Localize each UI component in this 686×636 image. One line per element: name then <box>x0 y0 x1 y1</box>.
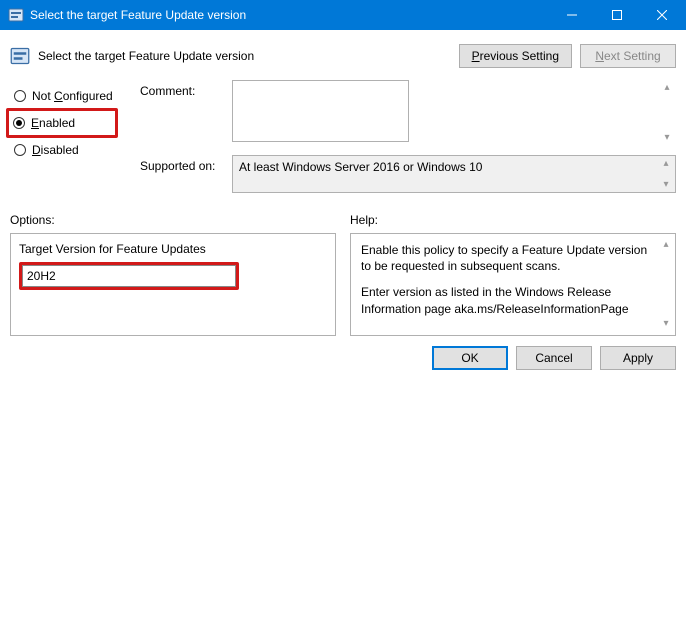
next-setting-button: Next Setting <box>580 44 676 68</box>
supported-on-text: At least Windows Server 2016 or Windows … <box>239 160 482 174</box>
highlight-box <box>19 262 239 290</box>
radio-label: Enabled <box>31 116 75 130</box>
ok-button[interactable]: OK <box>432 346 508 370</box>
options-panel: Target Version for Feature Updates <box>10 233 336 336</box>
target-version-label: Target Version for Feature Updates <box>19 242 327 256</box>
chevron-down-icon: ▾ <box>660 132 674 143</box>
window-title: Select the target Feature Update version <box>30 8 549 22</box>
chevron-up-icon: ▴ <box>659 158 673 169</box>
policy-icon <box>8 7 24 23</box>
options-section-label: Options: <box>10 213 336 227</box>
apply-button[interactable]: Apply <box>600 346 676 370</box>
radio-icon <box>14 144 26 156</box>
radio-icon <box>14 90 26 102</box>
chevron-up-icon: ▴ <box>660 82 674 93</box>
comment-textarea[interactable] <box>232 80 409 142</box>
maximize-button[interactable] <box>594 0 639 30</box>
minimize-button[interactable] <box>549 0 594 30</box>
help-text: Enable this policy to specify a Feature … <box>361 242 657 274</box>
policy-title: Select the target Feature Update version <box>38 49 451 63</box>
target-version-input[interactable] <box>22 265 236 287</box>
radio-label: Disabled <box>32 143 79 157</box>
help-section-label: Help: <box>350 213 676 227</box>
help-text: Enter version as listed in the Windows R… <box>361 284 657 316</box>
supported-on-value: At least Windows Server 2016 or Windows … <box>232 155 676 193</box>
help-panel: Enable this policy to specify a Feature … <box>350 233 676 336</box>
chevron-up-icon: ▴ <box>659 238 673 252</box>
supported-on-label: Supported on: <box>140 155 224 193</box>
radio-disabled[interactable]: Disabled <box>10 138 130 162</box>
chevron-down-icon: ▾ <box>659 317 673 331</box>
cancel-button[interactable]: Cancel <box>516 346 592 370</box>
radio-not-configured[interactable]: Not Configured <box>10 84 130 108</box>
comment-label: Comment: <box>140 80 224 145</box>
chevron-down-icon: ▾ <box>659 179 673 190</box>
titlebar: Select the target Feature Update version <box>0 0 686 30</box>
radio-label: Not Configured <box>32 89 113 103</box>
close-button[interactable] <box>639 0 684 30</box>
radio-icon <box>13 117 25 129</box>
state-radio-group: Not Configured Enabled Disabled <box>10 80 130 203</box>
radio-enabled[interactable]: Enabled <box>6 108 118 138</box>
policy-icon <box>10 46 30 66</box>
previous-setting-button[interactable]: Previous Setting <box>459 44 572 68</box>
